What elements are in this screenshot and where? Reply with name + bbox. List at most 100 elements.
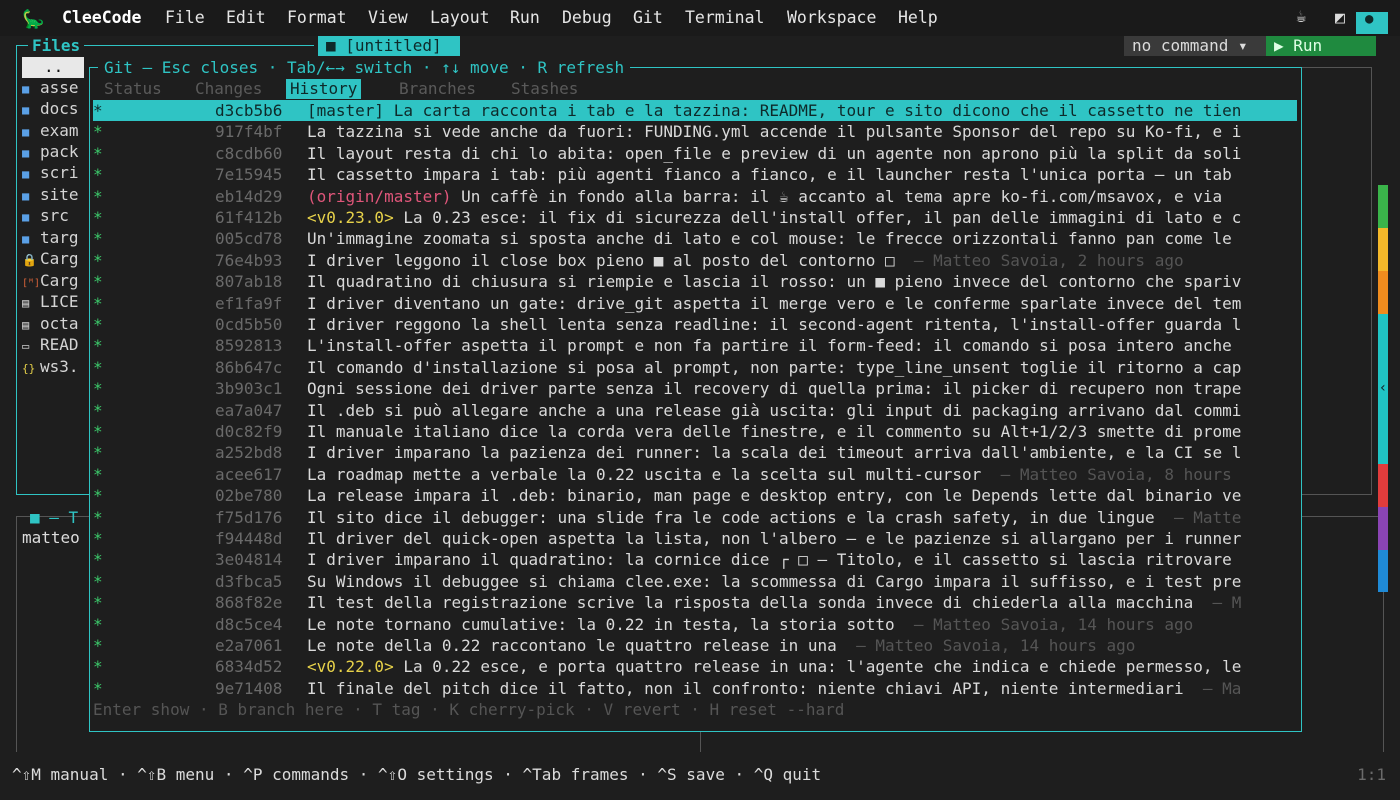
file-tree-item[interactable]: ■ src	[22, 206, 92, 227]
commit-row[interactable]: * 61f412b <v0.23.0> La 0.23 esce: il fix d…	[93, 207, 1297, 228]
commit-row[interactable]: * ea7a047 Il .deb si può allegare anche a …	[93, 400, 1297, 421]
menu-workspace[interactable]: Workspace	[787, 8, 876, 27]
file-tree-item[interactable]: ▭ READ	[22, 335, 92, 356]
tab-changes[interactable]: Changes	[195, 79, 262, 99]
commit-message-line: I driver leggono il close box pieno ■ al…	[307, 250, 1184, 271]
file-tree-item[interactable]: [ᴹ]Carg	[22, 271, 92, 292]
graph-star-icon: *	[93, 636, 103, 655]
tab-status[interactable]: Status	[104, 79, 162, 99]
command-select[interactable]: no command ▾	[1124, 36, 1266, 56]
graph-star-icon: *	[93, 357, 103, 377]
commit-hash: 005cd78	[215, 229, 283, 249]
commit-subject: La 0.23 esce: il fix di sicurezza dell'i…	[403, 208, 1242, 227]
file-tree-item[interactable]: ■ targ	[22, 228, 92, 249]
scrollbar-segment	[1378, 185, 1388, 228]
commit-hash: ef1fa9f	[215, 293, 283, 313]
file-tree-item[interactable]: 🔒 Carg	[22, 249, 92, 270]
commit-row[interactable]: * 807ab18 Il quadratino di chiusura si rie…	[93, 271, 1297, 292]
folder-icon: ■	[22, 189, 30, 203]
menu-view[interactable]: View	[368, 8, 408, 27]
folder-icon: ■	[22, 210, 30, 224]
file-icon: ▤	[22, 296, 30, 310]
graph-star-icon: *	[93, 443, 103, 463]
chevron-left-icon[interactable]: ‹	[1378, 380, 1388, 396]
commit-row[interactable]: * 8592813 L'install-offer aspetta il promp…	[93, 335, 1297, 356]
tab-history[interactable]: History	[286, 79, 362, 99]
file-tree-item[interactable]: ■ asse	[22, 78, 92, 99]
file-label: site	[40, 185, 79, 204]
commit-subject: L'install-offer aspetta il prompt e non …	[307, 336, 1232, 356]
commit-row[interactable]: * ef1fa9f I driver diventano un gate: driv…	[93, 293, 1297, 314]
commit-subject: Il test della registrazione scrive la ri…	[307, 593, 1194, 613]
file-tree-item[interactable]: ■ docs	[22, 99, 92, 120]
commit-row[interactable]: * 9e71408 Il finale del pitch dice il fatt…	[93, 678, 1297, 699]
file-tree-item[interactable]: ▤ octa	[22, 314, 92, 335]
file-tree-item[interactable]: ■ scri	[22, 163, 92, 184]
drawer-toggle[interactable]: ●	[1356, 11, 1388, 34]
file-tree-parent[interactable]: ..	[22, 57, 84, 78]
menu-help[interactable]: Help	[898, 8, 938, 27]
file-tree-item[interactable]: ▤ LICE	[22, 292, 92, 313]
commit-row-selected[interactable]: * d3cb5b6 [master] La carta racconta i tab…	[93, 100, 1297, 121]
folder-icon: ■	[22, 82, 30, 96]
commit-row[interactable]: * a252bd8 I driver imparano la pazienza de…	[93, 442, 1297, 463]
commit-row[interactable]: * d8c5ce4 Le note tornano cumulative: la 0…	[93, 614, 1297, 635]
menu-terminal[interactable]: Terminal	[685, 8, 764, 27]
commit-row[interactable]: * 86b647c Il comando d'installazione si po…	[93, 357, 1297, 378]
commit-subject: I driver imparano la pazienza dei runner…	[307, 443, 1242, 463]
commit-row[interactable]: * 6834d52 <v0.22.0> La 0.22 esce, e porta …	[93, 656, 1297, 677]
commit-row[interactable]: * 0cd5b50 I driver reggono la shell lenta …	[93, 314, 1297, 335]
commit-row[interactable]: * 76e4b93 I driver leggono il close box pi…	[93, 250, 1297, 271]
tab-untitled[interactable]: ■ [untitled]	[318, 36, 460, 56]
coffee-icon[interactable]: ☕	[1296, 7, 1306, 27]
tab-stashes[interactable]: Stashes	[511, 79, 578, 99]
commit-row[interactable]: * 7e15945 Il cassetto impara i tab: più ag…	[93, 164, 1297, 185]
commit-row[interactable]: * 868f82e Il test della registrazione scri…	[93, 592, 1297, 613]
graph-star-icon: *	[93, 229, 103, 249]
menu-file[interactable]: File	[165, 8, 205, 27]
commit-hash: 7e15945	[215, 165, 283, 185]
commit-row[interactable]: * 005cd78 Un'immagine zoomata si sposta an…	[93, 228, 1297, 249]
commit-row[interactable]: * d0c82f9 Il manuale italiano dice la cord…	[93, 421, 1297, 442]
graph-star-icon: *	[93, 507, 103, 527]
menu-run[interactable]: Run	[510, 8, 540, 27]
menu-git[interactable]: Git	[633, 8, 663, 27]
commit-row[interactable]: * d3fbca5 Su Windows il debuggee si chiama…	[93, 571, 1297, 592]
commit-message-line: <v0.22.0> La 0.22 esce, e porta quattro …	[307, 656, 1241, 677]
commit-subject: Il finale del pitch dice il fatto, non i…	[307, 678, 1184, 698]
commit-row[interactable]: * 02be780 La release impara il .deb: binar…	[93, 485, 1297, 506]
menu-format[interactable]: Format	[287, 8, 347, 27]
commit-message-line: Il .deb si può allegare anche a una rele…	[307, 400, 1241, 421]
file-label: asse	[40, 78, 79, 97]
commit-hash: 76e4b93	[215, 250, 283, 270]
commit-row[interactable]: * 917f4bf La tazzina si vede anche da fuor…	[93, 121, 1297, 142]
commit-row[interactable]: * 3b903c1 Ogni sessione dei driver parte s…	[93, 378, 1297, 399]
commit-hash: eb14d29	[215, 186, 283, 206]
commit-row[interactable]: * f94448d Il driver del quick-open aspetta…	[93, 528, 1297, 549]
theme-toggle-icon[interactable]: ◩	[1335, 8, 1345, 27]
drawer-tab-header[interactable]: ■ — T	[30, 508, 78, 527]
commit-row[interactable]: * e2a7061 Le note della 0.22 raccontano le…	[93, 635, 1297, 656]
command-select-value: no command ▾	[1132, 36, 1248, 55]
commit-row[interactable]: * 3e04814 I driver imparano il quadratino:…	[93, 549, 1297, 570]
commit-hash: f75d176	[215, 507, 283, 527]
commit-row[interactable]: * f75d176 Il sito dice il debugger: una sl…	[93, 507, 1297, 528]
menu-layout[interactable]: Layout	[430, 8, 490, 27]
commit-row[interactable]: * acee617 La roadmap mette a verbale la 0.…	[93, 464, 1297, 485]
app-title: CleeCode	[62, 8, 142, 27]
menu-debug[interactable]: Debug	[562, 8, 612, 27]
file-tree-item[interactable]: ■ exam	[22, 121, 92, 142]
run-button[interactable]: ▶ Run	[1266, 36, 1376, 56]
file-label: docs	[40, 99, 79, 118]
commit-subject: Il quadratino di chiusura si riempie e l…	[307, 272, 1242, 292]
tab-branches[interactable]: Branches	[399, 79, 476, 99]
json-icon: {}	[22, 362, 36, 375]
commit-row[interactable]: * c8cdb60 Il layout resta di chi lo abita:…	[93, 143, 1297, 164]
file-tree-item[interactable]: {} ws3.	[22, 357, 92, 378]
file-tree-item[interactable]: ■ site	[22, 185, 92, 206]
menu-edit[interactable]: Edit	[226, 8, 266, 27]
commit-row[interactable]: * eb14d29 (origin/master) Un caffè in fond…	[93, 186, 1297, 207]
file-tree-item[interactable]: ■ pack	[22, 142, 92, 163]
commit-subject: Il sito dice il debugger: una slide fra …	[307, 507, 1155, 527]
file-label: READ	[40, 335, 79, 354]
